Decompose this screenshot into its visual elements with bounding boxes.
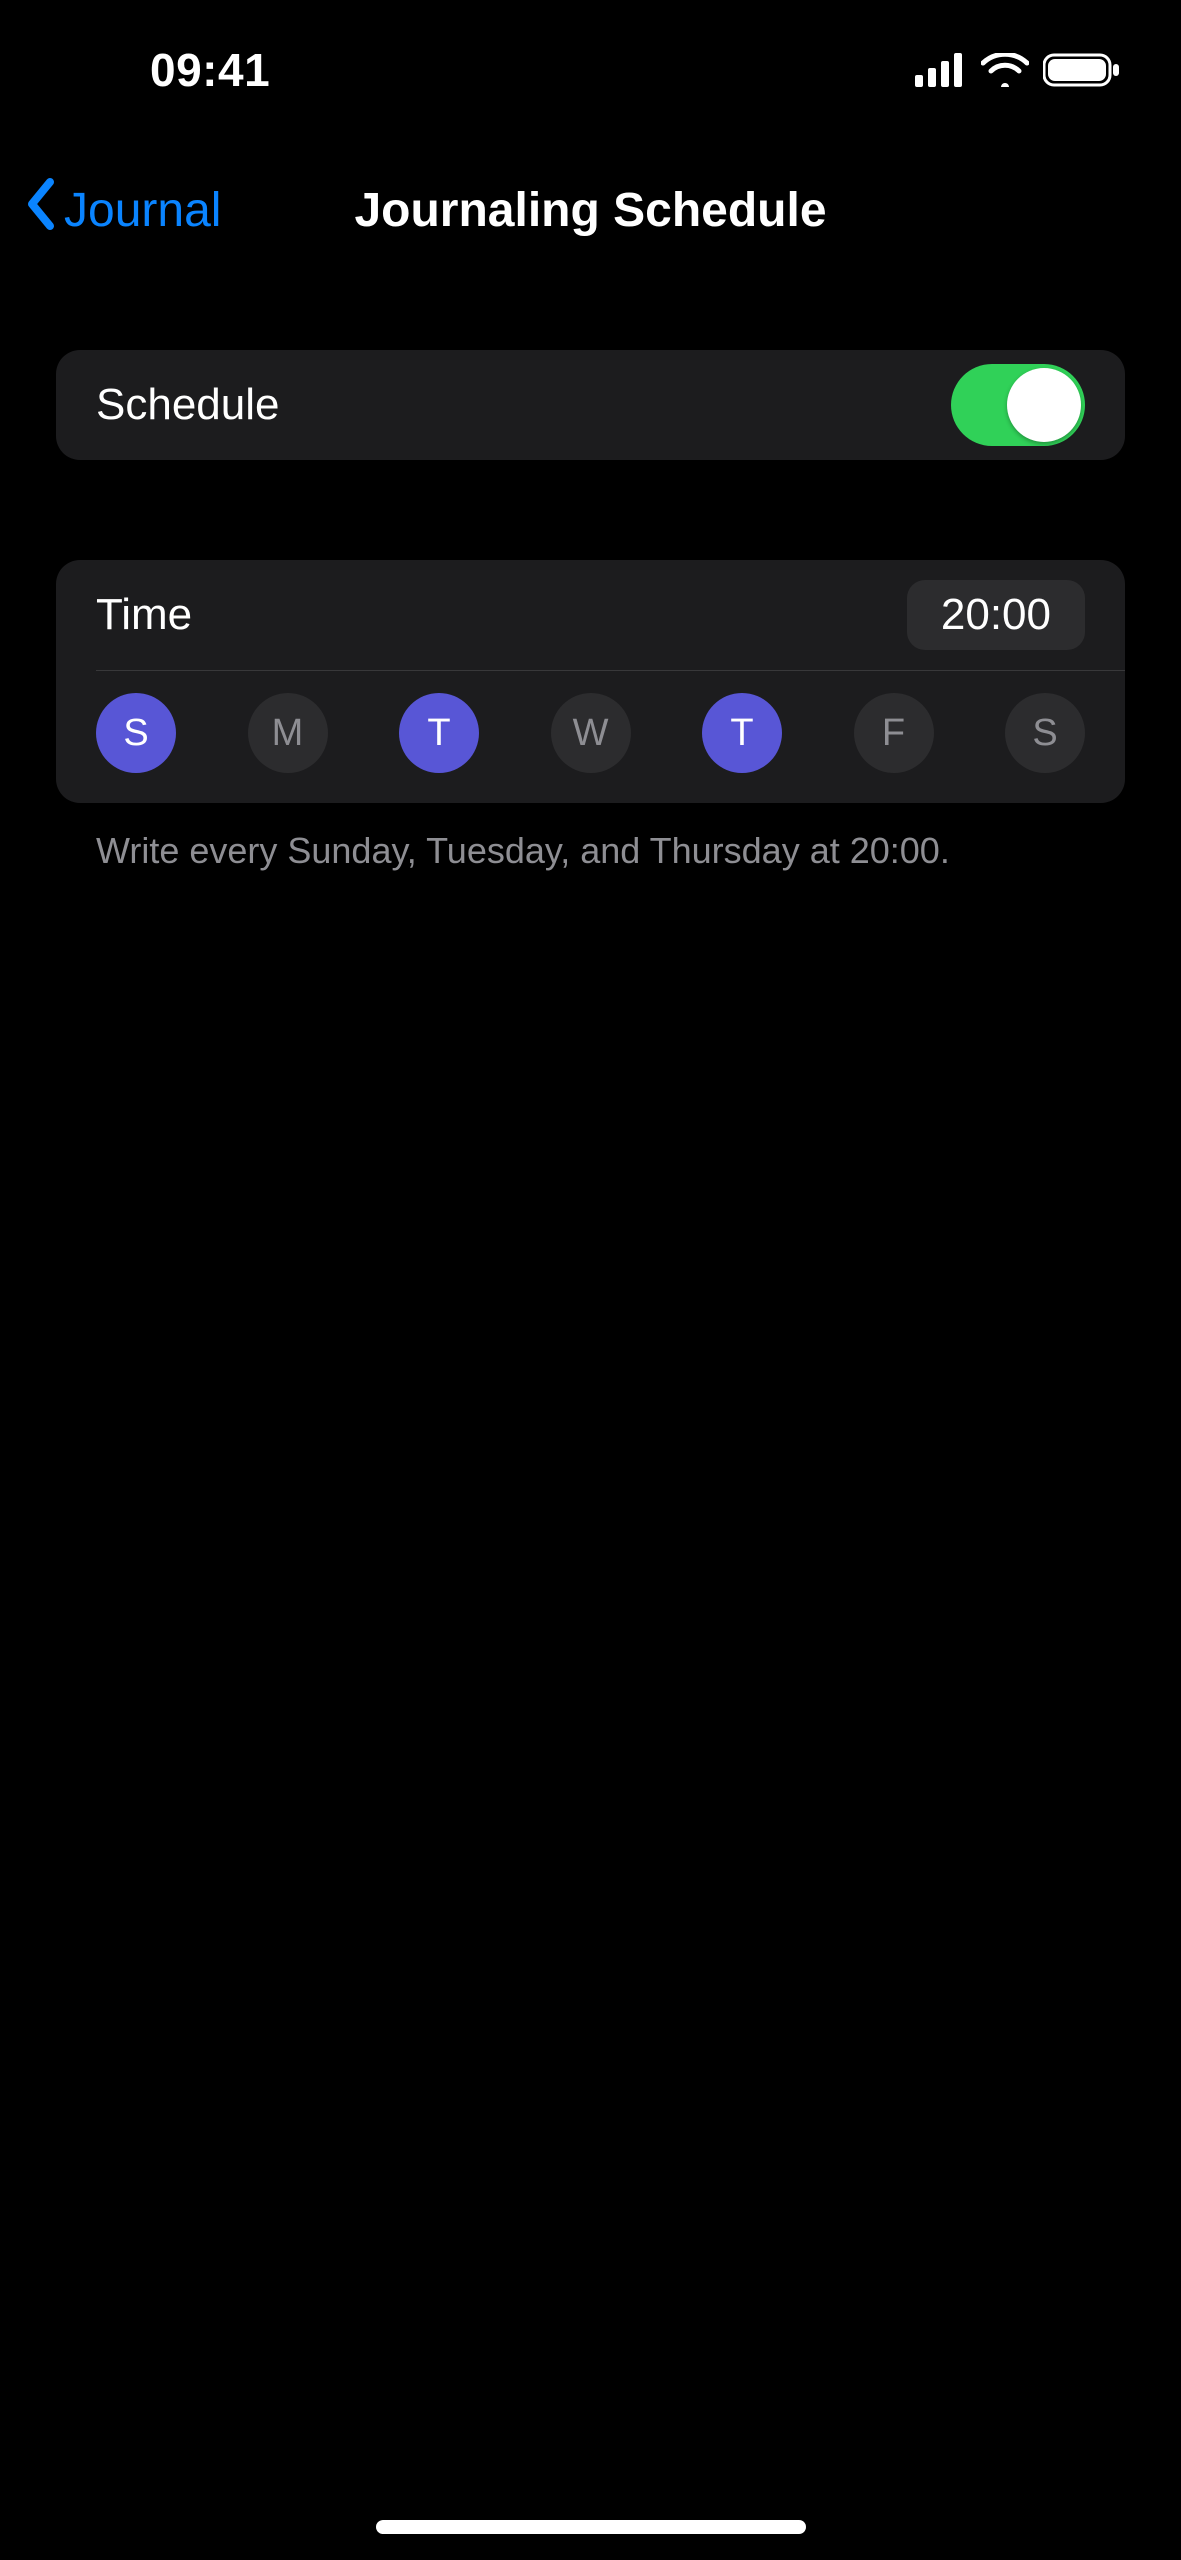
content: Schedule Time 20:00 S M T W T F S Write … (0, 350, 1181, 876)
toggle-knob (1007, 368, 1081, 442)
back-button[interactable]: Journal (24, 178, 221, 242)
day-button-mon[interactable]: M (248, 693, 328, 773)
days-row: S M T W T F S (56, 671, 1125, 803)
status-bar: 09:41 (0, 0, 1181, 140)
cellular-icon (915, 53, 967, 87)
schedule-toggle-row: Schedule (56, 350, 1125, 460)
day-button-thu[interactable]: T (702, 693, 782, 773)
time-row: Time 20:00 (56, 560, 1125, 670)
home-indicator[interactable] (376, 2520, 806, 2534)
schedule-toggle-group: Schedule (56, 350, 1125, 460)
time-label: Time (96, 590, 192, 640)
battery-icon (1043, 52, 1121, 88)
schedule-toggle[interactable] (951, 364, 1085, 446)
day-button-tue[interactable]: T (399, 693, 479, 773)
day-button-sun[interactable]: S (96, 693, 176, 773)
schedule-summary: Write every Sunday, Tuesday, and Thursda… (56, 827, 1125, 876)
wifi-icon (981, 53, 1029, 87)
day-button-fri[interactable]: F (854, 693, 934, 773)
status-time: 09:41 (150, 43, 270, 97)
day-button-sat[interactable]: S (1005, 693, 1085, 773)
status-icons (915, 52, 1121, 88)
time-days-group: Time 20:00 S M T W T F S (56, 560, 1125, 803)
chevron-left-icon (24, 178, 58, 242)
time-picker[interactable]: 20:00 (907, 580, 1085, 650)
back-label: Journal (64, 183, 221, 238)
schedule-toggle-label: Schedule (96, 380, 279, 430)
nav-bar: Journal Journaling Schedule (0, 150, 1181, 270)
day-button-wed[interactable]: W (551, 693, 631, 773)
